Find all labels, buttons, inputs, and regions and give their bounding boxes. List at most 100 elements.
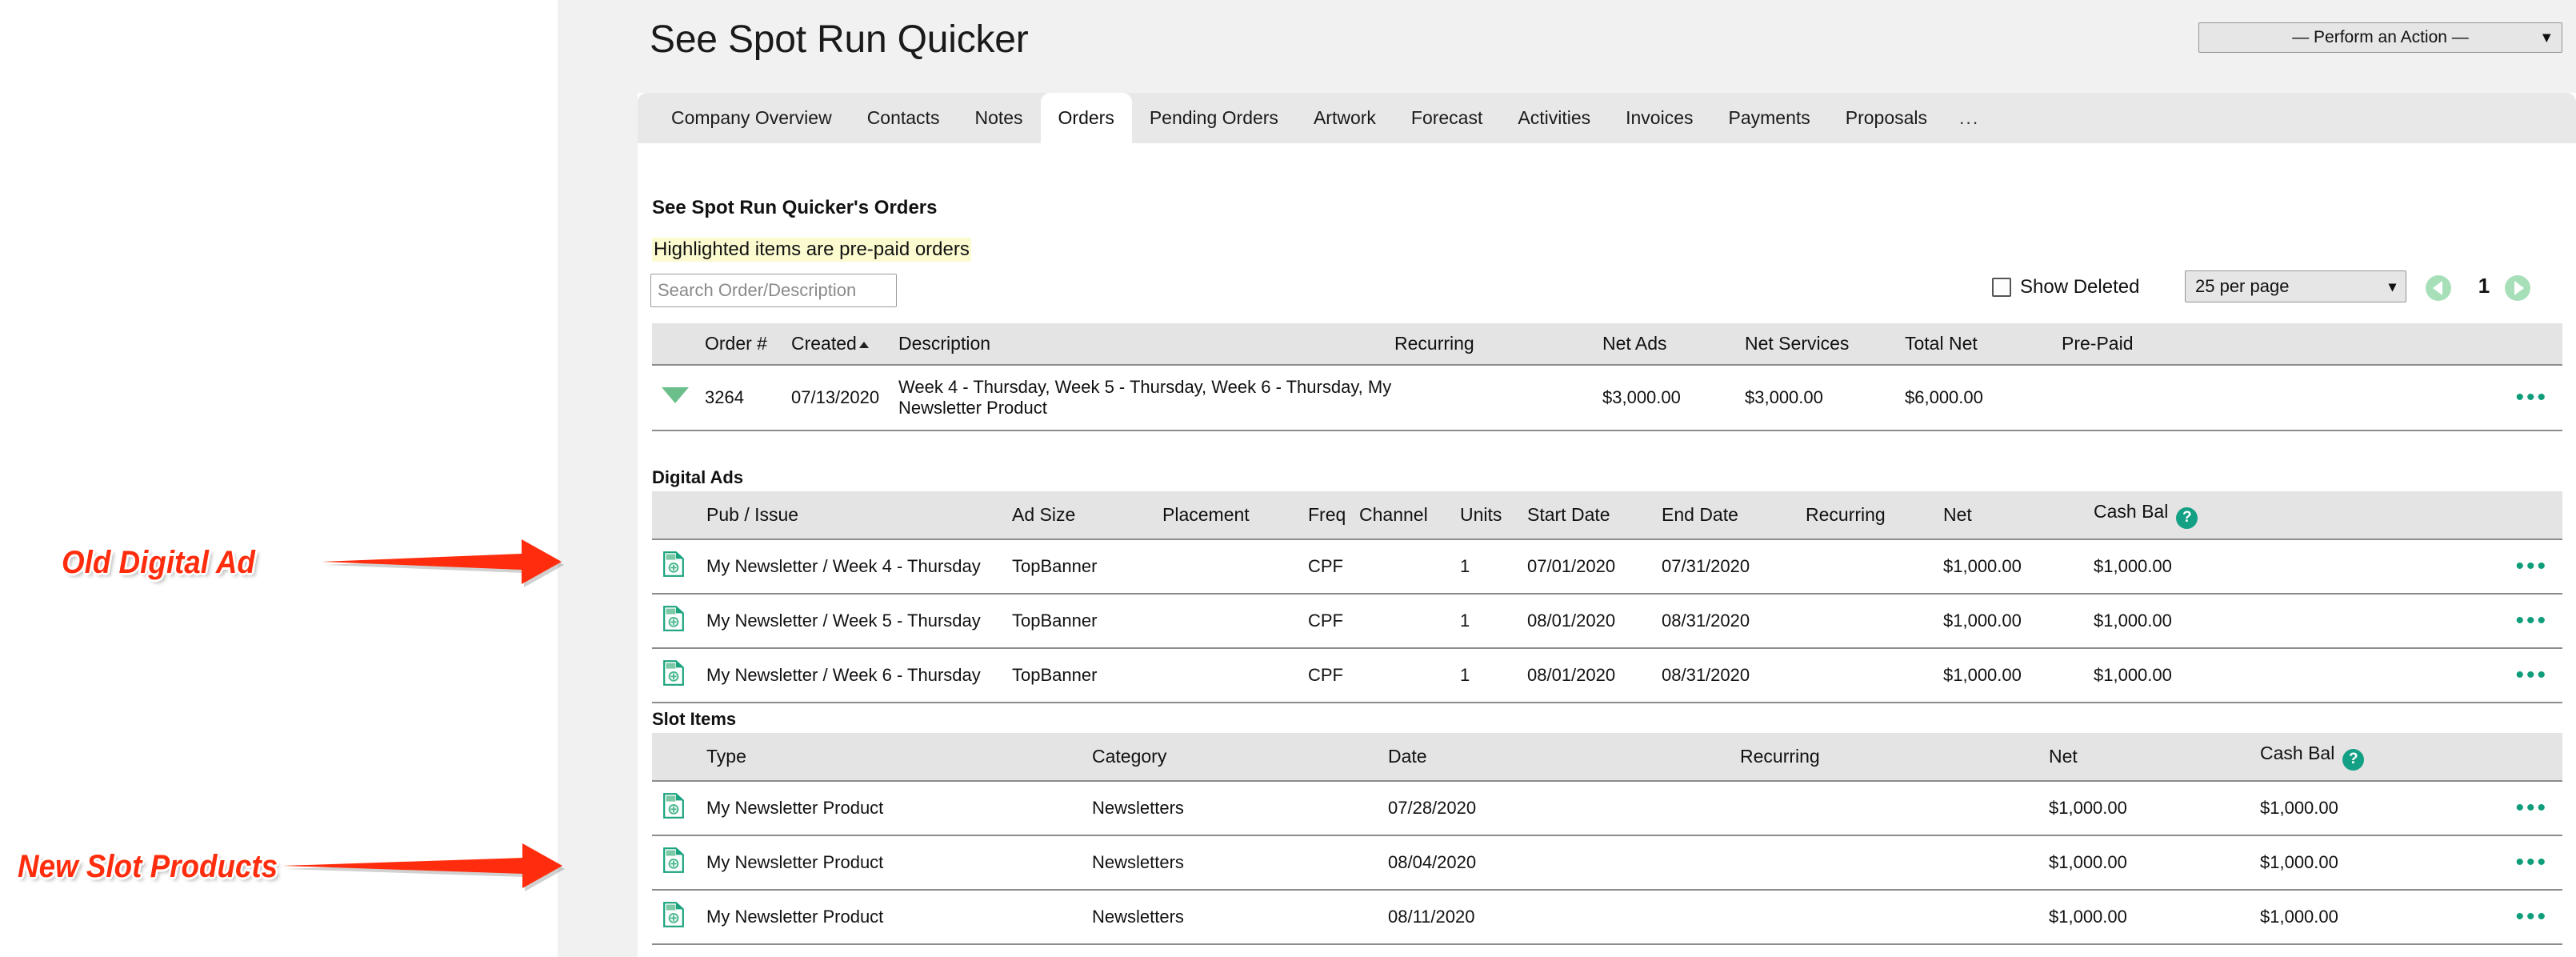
col-ad-cash-bal[interactable]: Cash Bal? — [2094, 491, 2282, 540]
table-row[interactable]: My Newsletter Product Newsletters 08/11/20… — [652, 889, 2562, 945]
col-start-date[interactable]: Start Date — [1527, 491, 1662, 540]
cell-ad-icon[interactable] — [652, 539, 706, 595]
document-add-icon[interactable] — [663, 901, 684, 927]
col-slot-cash-bal[interactable]: Cash Bal? — [2260, 733, 2457, 782]
col-ad-net[interactable]: Net — [1943, 491, 2094, 540]
next-page-button[interactable] — [2505, 275, 2530, 301]
tab-activities[interactable]: Activities — [1500, 93, 1608, 143]
tab-proposals[interactable]: Proposals — [1828, 93, 1945, 143]
row-actions-menu-icon[interactable]: ••• — [2515, 849, 2548, 875]
cell-ad-icon[interactable] — [652, 593, 706, 649]
search-input[interactable] — [650, 274, 897, 307]
cell-slot-icon[interactable] — [652, 889, 706, 945]
col-ad-size[interactable]: Ad Size — [1012, 491, 1162, 540]
row-actions-menu-icon[interactable]: ••• — [2515, 553, 2548, 579]
cell-start-date: 08/01/2020 — [1527, 647, 1662, 703]
col-order-no[interactable]: Order # — [705, 323, 791, 366]
col-recurring[interactable]: Recurring — [1394, 323, 1602, 366]
cell-channel — [1359, 539, 1460, 595]
tab-more-overflow[interactable]: ... — [1945, 93, 1994, 143]
document-add-icon[interactable] — [663, 659, 684, 686]
cell-placement — [1162, 593, 1308, 649]
table-row[interactable]: My Newsletter Product Newsletters 08/04/20… — [652, 835, 2562, 891]
tab-payments[interactable]: Payments — [1711, 93, 1828, 143]
cell-total-net: $6,000.00 — [1905, 365, 2062, 431]
document-add-icon[interactable] — [663, 551, 684, 577]
col-slot-net[interactable]: Net — [2049, 733, 2260, 782]
col-slot-icon — [652, 733, 706, 782]
current-page-number: 1 — [2478, 274, 2490, 298]
cell-ad-actions[interactable]: ••• — [2282, 539, 2562, 595]
document-add-icon[interactable] — [663, 605, 684, 631]
col-pre-paid[interactable]: Pre-Paid — [2062, 323, 2326, 366]
row-actions-menu-icon[interactable]: ••• — [2515, 795, 2548, 821]
col-type[interactable]: Type — [706, 733, 1092, 782]
col-total-net[interactable]: Total Net — [1905, 323, 2062, 366]
table-row[interactable]: 3264 07/13/2020 Week 4 - Thursday, Week … — [652, 365, 2562, 431]
tab-orders[interactable]: Orders — [1040, 93, 1132, 143]
col-date[interactable]: Date — [1388, 733, 1740, 782]
help-icon[interactable]: ? — [2176, 507, 2198, 529]
tab-artwork[interactable]: Artwork — [1296, 93, 1394, 143]
show-deleted-checkbox[interactable] — [1992, 278, 2011, 297]
cell-slot-actions[interactable]: ••• — [2457, 780, 2562, 836]
col-freq[interactable]: Freq — [1308, 491, 1359, 540]
triangle-left-icon — [2433, 281, 2442, 295]
tab-forecast[interactable]: Forecast — [1394, 93, 1500, 143]
cell-actions[interactable]: ••• — [2326, 365, 2562, 431]
tab-pending-orders[interactable]: Pending Orders — [1132, 93, 1296, 143]
col-pub-issue[interactable]: Pub / Issue — [706, 491, 1012, 540]
cell-category: Newsletters — [1092, 835, 1388, 891]
col-net-ads[interactable]: Net Ads — [1602, 323, 1745, 366]
perform-action-select[interactable]: — Perform an Action — ▾ — [2198, 22, 2562, 53]
row-expander-cell[interactable] — [652, 365, 705, 431]
cell-placement — [1162, 647, 1308, 703]
cell-category: Newsletters — [1092, 780, 1388, 836]
col-units[interactable]: Units — [1460, 491, 1527, 540]
cell-date: 08/11/2020 — [1388, 889, 1740, 945]
col-created[interactable]: Created — [791, 323, 884, 366]
col-ad-recurring[interactable]: Recurring — [1806, 491, 1943, 540]
table-row[interactable]: My Newsletter / Week 5 - Thursday TopBann… — [652, 593, 2562, 649]
cell-ad-recurring — [1806, 647, 1943, 703]
table-row[interactable]: My Newsletter / Week 6 - Thursday TopBann… — [652, 647, 2562, 703]
col-end-date[interactable]: End Date — [1662, 491, 1806, 540]
cell-type: My Newsletter Product — [706, 889, 1092, 945]
caret-down-icon[interactable] — [662, 387, 689, 403]
row-actions-menu-icon[interactable]: ••• — [2515, 903, 2548, 930]
row-actions-menu-icon[interactable]: ••• — [2515, 607, 2548, 634]
row-actions-menu-icon[interactable]: ••• — [2515, 662, 2548, 688]
app-page: See Spot Run Quicker — Perform an Action… — [0, 0, 2576, 957]
tab-invoices[interactable]: Invoices — [1608, 93, 1710, 143]
document-add-icon[interactable] — [663, 847, 684, 873]
per-page-select[interactable]: 25 per page ▾ — [2185, 270, 2406, 302]
col-category[interactable]: Category — [1092, 733, 1388, 782]
tab-notes[interactable]: Notes — [957, 93, 1040, 143]
col-placement[interactable]: Placement — [1162, 491, 1308, 540]
prev-page-button[interactable] — [2426, 275, 2451, 301]
col-description[interactable]: Description — [884, 323, 1394, 366]
row-actions-menu-icon[interactable]: ••• — [2515, 384, 2548, 410]
col-created-label: Created — [791, 333, 857, 354]
cell-slot-icon[interactable] — [652, 780, 706, 836]
cell-net-services: $3,000.00 — [1745, 365, 1905, 431]
col-channel[interactable]: Channel — [1359, 491, 1460, 540]
cell-slot-icon[interactable] — [652, 835, 706, 891]
tab-contacts[interactable]: Contacts — [850, 93, 958, 143]
show-deleted-toggle[interactable]: Show Deleted — [1992, 276, 2139, 298]
cell-ad-actions[interactable]: ••• — [2282, 647, 2562, 703]
help-icon[interactable]: ? — [2342, 748, 2365, 771]
cell-slot-actions[interactable]: ••• — [2457, 835, 2562, 891]
document-add-icon[interactable] — [663, 792, 684, 819]
tab-company-overview[interactable]: Company Overview — [654, 93, 850, 143]
cell-ad-icon[interactable] — [652, 647, 706, 703]
cell-slot-actions[interactable]: ••• — [2457, 889, 2562, 945]
col-slot-recurring[interactable]: Recurring — [1740, 733, 2049, 782]
cell-slot-recurring — [1740, 780, 2049, 836]
table-row[interactable]: My Newsletter Product Newsletters 07/28/20… — [652, 780, 2562, 836]
table-row[interactable]: My Newsletter / Week 4 - Thursday TopBann… — [652, 539, 2562, 595]
col-net-services[interactable]: Net Services — [1745, 323, 1905, 366]
cell-ad-actions[interactable]: ••• — [2282, 593, 2562, 649]
col-slot-cash-bal-label: Cash Bal — [2260, 743, 2335, 763]
cell-slot-cash-bal: $1,000.00 — [2260, 780, 2457, 836]
